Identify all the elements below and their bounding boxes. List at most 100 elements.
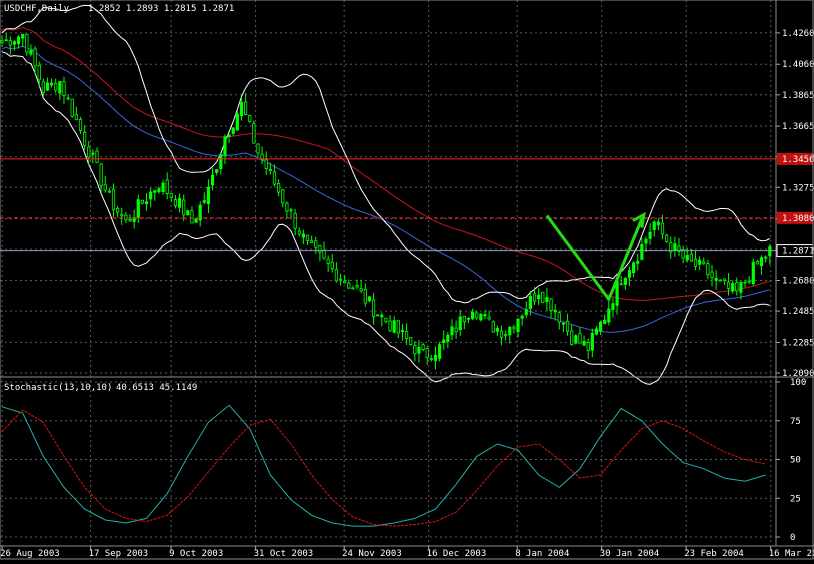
candle-body xyxy=(623,277,627,285)
candle-body xyxy=(462,315,466,323)
candle-body xyxy=(570,330,574,346)
candle-body xyxy=(301,233,305,238)
candle-body xyxy=(70,98,74,117)
candle-body xyxy=(186,210,190,216)
candle-body xyxy=(648,231,652,239)
candle-body xyxy=(726,281,731,289)
candle-body xyxy=(689,253,693,262)
candle-body xyxy=(363,289,367,304)
candle-body xyxy=(351,287,355,290)
candle-body xyxy=(388,320,392,332)
candle-body xyxy=(764,256,768,259)
candle-body xyxy=(95,150,99,163)
candle-body xyxy=(636,260,640,264)
candle-body xyxy=(54,83,58,91)
candle-body xyxy=(165,179,169,194)
chart-background xyxy=(0,0,814,560)
candle-body xyxy=(706,263,710,276)
candle-body xyxy=(541,291,545,303)
candle-body xyxy=(454,327,458,333)
candle-body xyxy=(722,278,727,282)
time-tick-label: 31 Oct 2003 xyxy=(254,549,314,559)
candle-body xyxy=(384,317,388,322)
stochastic-tick-label: 75 xyxy=(790,417,801,427)
candle-body xyxy=(499,330,504,338)
candle-body xyxy=(305,234,310,241)
candle-body xyxy=(37,64,41,81)
chart-canvas: 1.42601.40601.38651.36651.34701.32751.30… xyxy=(0,0,814,560)
time-tick-label: 17 Sep 2003 xyxy=(89,549,149,559)
candle-body xyxy=(330,261,334,270)
candle-body xyxy=(685,254,689,261)
candle-body xyxy=(140,199,145,204)
candle-body xyxy=(16,36,21,45)
stochastic-label: Stochastic(13,10,10) xyxy=(4,383,112,393)
candle-body xyxy=(149,191,153,200)
candle-body xyxy=(157,188,161,193)
candle-body xyxy=(99,163,103,186)
candle-body xyxy=(243,101,248,115)
candle-body xyxy=(594,328,599,335)
candle-body xyxy=(429,358,433,360)
candle-body xyxy=(231,127,235,135)
candle-body xyxy=(532,293,537,302)
candle-body xyxy=(611,303,615,310)
price-tick-label: 1.2485 xyxy=(782,307,814,317)
candle-body xyxy=(710,271,714,278)
candle-body xyxy=(665,234,669,242)
candle-body xyxy=(698,259,702,265)
candle-body xyxy=(144,201,149,205)
candle-body xyxy=(277,183,281,193)
chart-window[interactable]: 1.42601.40601.38651.36651.34701.32751.30… xyxy=(0,0,814,560)
candle-body xyxy=(537,294,541,300)
header-text: USDCHF,Daily 1.2852 1.2893 1.2815 1.2871 xyxy=(4,4,234,14)
stochastic-tick-label: 100 xyxy=(790,378,806,388)
candle-body xyxy=(751,261,755,285)
candle-body xyxy=(256,143,260,154)
candle-body xyxy=(417,346,421,354)
stochastic-tick-label: 0 xyxy=(790,533,795,543)
candle-body xyxy=(549,298,553,311)
candle-body xyxy=(437,344,442,359)
candle-body xyxy=(248,114,252,122)
candle-body xyxy=(103,184,107,191)
candle-body xyxy=(111,188,116,211)
candle-body xyxy=(8,40,12,46)
candle-body xyxy=(442,339,446,344)
candle-body xyxy=(128,219,132,222)
candle-body xyxy=(289,209,293,212)
candle-body xyxy=(45,82,50,91)
current-price-label: 1.2871 xyxy=(782,247,814,257)
candle-body xyxy=(652,221,656,231)
candle-body xyxy=(433,354,438,361)
candle-body xyxy=(528,295,533,309)
candle-body xyxy=(293,212,297,229)
candle-body xyxy=(206,186,211,205)
candle-body xyxy=(371,299,376,317)
candle-body xyxy=(495,328,499,332)
candle-body xyxy=(739,281,743,293)
time-tick-label: 26 Aug 2003 xyxy=(0,549,60,559)
candle-body xyxy=(33,48,37,67)
candle-body xyxy=(202,200,206,203)
candle-body xyxy=(4,39,8,42)
level-label: 1.3456 xyxy=(782,155,814,165)
candle-body xyxy=(78,119,83,132)
candle-body xyxy=(479,314,483,321)
stochastic-tick-label: 25 xyxy=(790,494,801,504)
candle-body xyxy=(62,81,66,96)
candle-body xyxy=(0,40,4,43)
candle-body xyxy=(607,308,611,323)
candle-body xyxy=(376,314,380,317)
time-tick-label: 16 Mar 2004 xyxy=(769,549,814,559)
level-label: 1.3080 xyxy=(782,214,814,224)
candle-body xyxy=(83,131,87,146)
price-tick-label: 1.3865 xyxy=(782,91,814,101)
candle-body xyxy=(702,261,706,264)
candle-body xyxy=(281,189,285,204)
candle-body xyxy=(557,312,561,323)
candle-body xyxy=(755,260,760,265)
candle-body xyxy=(458,316,462,331)
candle-body xyxy=(466,317,471,320)
candle-body xyxy=(516,318,520,333)
